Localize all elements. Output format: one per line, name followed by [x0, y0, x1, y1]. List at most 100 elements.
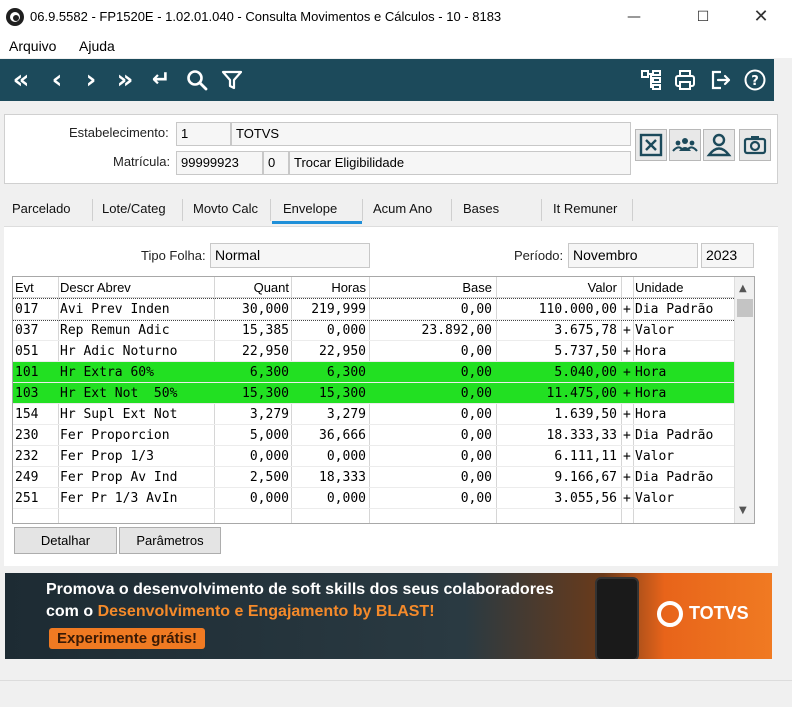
cell-quant: 30,000 [242, 302, 289, 317]
minimize-button[interactable]: — [611, 0, 657, 34]
cell-evt: 249 [15, 470, 39, 485]
previous-icon[interactable]: ‹ [42, 65, 72, 95]
menu-bar: Arquivo Ajuda [0, 34, 792, 58]
col-quant-header[interactable]: Quant [215, 277, 289, 298]
cell-valor: 9.166,67 [554, 470, 617, 485]
matricula-desc-field: Trocar Eligibilidade [289, 151, 631, 175]
cell-base: 0,00 [460, 449, 492, 464]
table-row[interactable]: 051 Hr Adic Noturno 22,950 22,950 0,00 5.737,… [13, 341, 735, 362]
group-button[interactable] [669, 129, 701, 161]
user-icon [706, 133, 732, 157]
col-unidade-header[interactable]: Unidade [635, 277, 733, 298]
cell-valor: 1.639,50 [554, 407, 617, 422]
active-tab-indicator [272, 221, 362, 224]
scroll-up-icon[interactable]: ▲ [739, 283, 747, 294]
cell-base: 0,00 [460, 302, 492, 317]
banner-cta-button[interactable]: Experimente grátis! [49, 628, 206, 649]
cell-sinal: + [623, 365, 631, 380]
menu-ajuda[interactable]: Ajuda [79, 38, 115, 54]
table-row[interactable]: 037 Rep Remun Adic 15,385 0,000 23.892,00 3.6… [13, 320, 735, 341]
matricula-field[interactable]: 99999923 [176, 151, 263, 175]
col-base-header[interactable]: Base [370, 277, 492, 298]
matricula-label: Matrícula: [113, 154, 171, 169]
col-descr-header[interactable]: Descr Abrev [60, 277, 210, 298]
table-row[interactable]: 101 Hr Extra 60% 6,300 6,300 0,00 5.040,00 + Ho… [13, 362, 735, 383]
col-evt-header[interactable]: Evt [15, 277, 55, 298]
cell-quant: 2,500 [249, 470, 289, 485]
print-icon[interactable] [670, 65, 700, 95]
movimentos-grid[interactable]: Evt Descr Abrev Quant Horas Base Valor U… [12, 276, 755, 524]
banner-line2: com o Desenvolvimento e Engajamento by B… [46, 603, 435, 621]
return-icon[interactable]: ↵ [146, 65, 176, 95]
cell-base: 23.892,00 [421, 323, 492, 338]
header-panel: Estabelecimento: 1 TOTVS Matrícula: 9999… [4, 114, 778, 184]
cell-base: 0,00 [460, 428, 492, 443]
status-bar [0, 680, 792, 707]
table-row[interactable]: 249 Fer Prop Av Ind 2,500 18,333 0,00 9.166,6… [13, 467, 735, 488]
user-button[interactable] [703, 129, 735, 161]
grid-scrollbar[interactable]: ▲ ▼ [734, 277, 754, 523]
tab-envelope[interactable]: Envelope [283, 201, 337, 216]
tipo-folha-field[interactable]: Normal [210, 243, 370, 268]
tab-parcelado[interactable]: Parcelado [12, 201, 71, 216]
cell-descr: Hr Ext Not 50% [60, 386, 178, 401]
scroll-thumb[interactable] [737, 299, 753, 317]
tab-lote-categ[interactable]: Lote/Categ [102, 201, 166, 216]
cell-unidade: Valor [635, 323, 675, 338]
tab-separator [270, 199, 271, 221]
periodo-ano-field[interactable]: 2023 [701, 243, 754, 268]
table-row[interactable]: 017 Avi Prev Inden 30,000 219,999 0,00 110.00… [13, 298, 736, 321]
cell-base: 0,00 [460, 344, 492, 359]
tab-movto-calc[interactable]: Movto Calc [193, 201, 258, 216]
clear-button[interactable] [635, 129, 667, 161]
cell-unidade: Dia Padrão [635, 470, 714, 485]
search-icon[interactable] [182, 65, 212, 95]
close-button[interactable]: ✕ [738, 0, 784, 34]
tab-acum-ano[interactable]: Acum Ano [373, 201, 432, 216]
promo-banner[interactable]: Promova o desenvolvimento de soft skills… [5, 573, 772, 659]
cell-evt: 154 [15, 407, 39, 422]
cell-horas: 0,000 [326, 323, 366, 338]
tab-separator [92, 199, 93, 221]
cell-base: 0,00 [460, 407, 492, 422]
menu-arquivo[interactable]: Arquivo [9, 38, 56, 54]
cell-quant: 3,279 [249, 407, 289, 422]
table-row[interactable]: 154 Hr Supl Ext Not 3,279 3,279 0,00 1.639,50… [13, 404, 735, 425]
col-sinal-header[interactable] [622, 277, 633, 298]
cell-valor: 5.040,00 [554, 365, 617, 380]
detalhar-button[interactable]: Detalhar [14, 527, 117, 554]
col-valor-header[interactable]: Valor [497, 277, 617, 298]
next-icon[interactable]: › [76, 65, 106, 95]
estabelecimento-name-field: TOTVS [231, 122, 631, 146]
cell-evt: 017 [15, 302, 39, 317]
maximize-button[interactable]: ☐ [680, 0, 726, 34]
periodo-mes-field[interactable]: Novembro [568, 243, 698, 268]
cell-horas: 0,000 [326, 449, 366, 464]
col-horas-header[interactable]: Horas [292, 277, 366, 298]
cell-quant: 15,300 [242, 386, 289, 401]
camera-button[interactable] [739, 129, 771, 161]
estabelecimento-code-field[interactable]: 1 [176, 122, 231, 146]
first-icon[interactable]: « [6, 65, 36, 95]
last-icon[interactable]: » [110, 65, 140, 95]
cell-valor: 110.000,00 [538, 302, 617, 317]
tab-it-remuner[interactable]: It Remuner [553, 201, 617, 216]
table-row[interactable]: 103 Hr Ext Not 50% 15,300 15,300 0,00 11.475,… [13, 383, 735, 404]
table-row[interactable]: 232 Fer Prop 1/3 0,000 0,000 0,00 6.111,11 + Va… [13, 446, 735, 467]
exit-icon[interactable] [705, 65, 735, 95]
filter-icon[interactable] [217, 65, 247, 95]
cell-horas: 0,000 [326, 491, 366, 506]
scroll-down-icon[interactable]: ▼ [739, 505, 747, 516]
table-row[interactable]: 251 Fer Pr 1/3 AvIn 0,000 0,000 0,00 3.055,56… [13, 488, 735, 509]
help-icon[interactable]: ? [740, 65, 770, 95]
table-row[interactable]: 230 Fer Proporcion 5,000 36,666 0,00 18.333,3… [13, 425, 735, 446]
cell-unidade: Dia Padrão [635, 428, 714, 443]
tree-icon[interactable] [636, 65, 666, 95]
parametros-button[interactable]: Parâmetros [119, 527, 221, 554]
cell-evt: 037 [15, 323, 39, 338]
cell-sinal: + [623, 323, 631, 338]
camera-icon [743, 136, 767, 155]
tab-bases[interactable]: Bases [463, 201, 499, 216]
tab-separator [451, 199, 452, 221]
cell-valor: 11.475,00 [546, 386, 617, 401]
